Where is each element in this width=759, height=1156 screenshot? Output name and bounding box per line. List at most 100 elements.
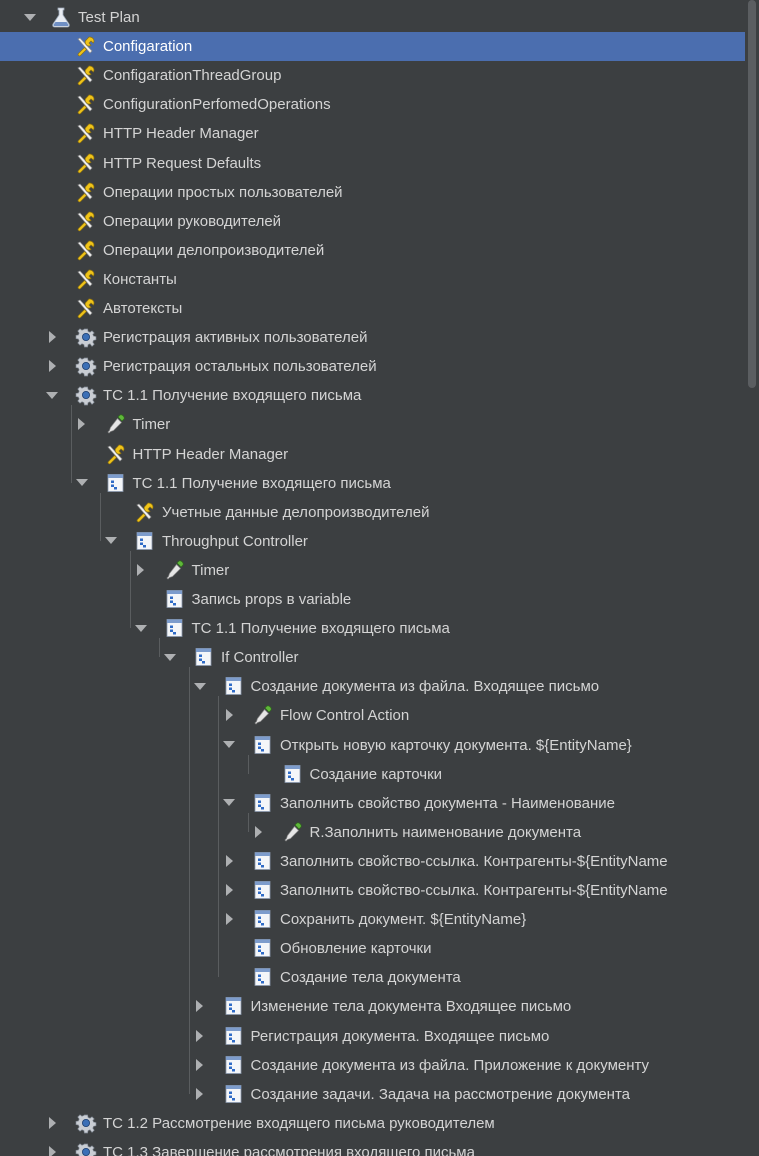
- collapse-toggle-icon[interactable]: [75, 477, 88, 489]
- tree-node[interactable]: ТС 1.1 Получение входящего письма: [0, 381, 745, 410]
- tree-node[interactable]: ТС 1.3 Завершение рассмотрения входящего…: [0, 1138, 745, 1156]
- collapse-toggle-icon[interactable]: [105, 535, 117, 547]
- tree-node[interactable]: Учетные данные делопроизводителей: [0, 498, 745, 527]
- expand-toggle-icon[interactable]: [253, 825, 265, 838]
- expand-toggle-icon[interactable]: [194, 1000, 206, 1013]
- tree-node-label: Timer: [191, 561, 230, 579]
- tree-node[interactable]: Test Plan: [0, 3, 745, 32]
- tree-node[interactable]: Заполнить свойство документа - Наименова…: [0, 789, 745, 818]
- triangle-down-icon: [134, 624, 147, 632]
- controller-icon: [193, 646, 215, 668]
- tree-node[interactable]: Обновление карточки: [0, 934, 745, 963]
- tree-node[interactable]: Создание тела документа: [0, 963, 745, 992]
- tree-node[interactable]: HTTP Header Manager: [0, 119, 745, 148]
- tree-node[interactable]: Константы: [0, 265, 745, 294]
- tree-node[interactable]: Операции делопроизводителей: [0, 236, 745, 265]
- tree-node[interactable]: Автотексты: [0, 294, 745, 323]
- tree-node[interactable]: ConfigarationThreadGroup: [0, 61, 745, 90]
- config-element-icon: [75, 152, 97, 174]
- tree-node-label: Timer: [132, 416, 171, 434]
- tree-node-label: R.Заполнить наименование документа: [309, 823, 582, 841]
- tree-node[interactable]: ТС 1.1 Получение входящего письма: [0, 614, 745, 643]
- tree-node[interactable]: Создание документа из файла. Входящее пи…: [0, 672, 745, 701]
- triangle-right-icon: [48, 331, 56, 344]
- config-element-icon: [75, 122, 97, 144]
- tree-node[interactable]: Открыть новую карточку документа. ${Enti…: [0, 731, 745, 760]
- controller-icon: [252, 937, 274, 959]
- expand-toggle-icon[interactable]: [135, 563, 147, 576]
- collapse-toggle-icon[interactable]: [164, 651, 176, 663]
- tree-node[interactable]: Создание карточки: [0, 760, 745, 789]
- thread-group-gear-icon: [75, 1112, 97, 1134]
- expand-toggle-icon[interactable]: [223, 884, 235, 896]
- tree-node-label: Заполнить свойство документа - Наименова…: [280, 794, 615, 812]
- tree-node-label: ConfigurationPerfomedOperations: [103, 96, 331, 114]
- tree-node[interactable]: Сохранить документ. ${EntityName}: [0, 905, 745, 934]
- collapse-toggle-icon[interactable]: [223, 739, 235, 751]
- tree-node-label: HTTP Header Manager: [132, 445, 289, 463]
- tree-node-label: ТС 1.3 Завершение рассмотрения входящего…: [103, 1143, 475, 1156]
- tree-node[interactable]: Timer: [0, 410, 745, 439]
- expand-toggle-icon[interactable]: [46, 1116, 58, 1129]
- config-element-icon: [75, 35, 97, 57]
- tree-node[interactable]: R.Заполнить наименование документа: [0, 818, 745, 847]
- expand-toggle-icon[interactable]: [46, 1145, 58, 1156]
- tree-node[interactable]: Throughput Controller: [0, 527, 745, 556]
- tree-node[interactable]: Заполнить свойство-ссылка. Контрагенты-$…: [0, 847, 745, 876]
- tree-node-label: Создание документа из файла. Приложение …: [250, 1056, 650, 1074]
- tree-node[interactable]: Создание документа из файла. Приложение …: [0, 1051, 745, 1080]
- test-plan-tree[interactable]: Test Plan Configaration ConfigarationThrea…: [0, 0, 745, 1156]
- tree-node[interactable]: HTTP Header Manager: [0, 440, 745, 469]
- collapse-toggle-icon[interactable]: [223, 797, 235, 809]
- expand-toggle-icon[interactable]: [46, 331, 58, 344]
- collapse-toggle-icon[interactable]: [134, 622, 147, 634]
- tree-node-label: ТС 1.1 Получение входящего письма: [191, 620, 450, 638]
- tree-node[interactable]: Создание задачи. Задача на рассмотрение …: [0, 1080, 745, 1109]
- tree-node-label: Создание тела документа: [280, 969, 461, 987]
- tree-node[interactable]: ТС 1.1 Получение входящего письма: [0, 469, 745, 498]
- expand-toggle-icon[interactable]: [46, 360, 58, 373]
- controller-icon: [252, 850, 274, 872]
- controller-icon: [164, 617, 186, 639]
- expand-toggle-icon[interactable]: [76, 418, 88, 431]
- tree-node-label: Заполнить свойство-ссылка. Контрагенты-$…: [280, 852, 668, 870]
- config-element-icon: [75, 297, 97, 319]
- expand-toggle-icon[interactable]: [194, 1058, 206, 1071]
- expand-toggle-icon[interactable]: [194, 1029, 206, 1042]
- expand-toggle-icon[interactable]: [223, 854, 235, 867]
- tree-node-label: HTTP Header Manager: [103, 125, 259, 143]
- tree-node[interactable]: Изменение тела документа Входящее письмо: [0, 992, 745, 1021]
- timer-dropper-icon: [252, 704, 274, 726]
- controller-icon: [223, 1054, 245, 1076]
- tree-node[interactable]: Операции простых пользователей: [0, 178, 745, 207]
- tree-node-label: ТС 1.1 Получение входящего письма: [103, 387, 362, 405]
- controller-icon: [252, 908, 274, 930]
- tree-node[interactable]: HTTP Request Defaults: [0, 149, 745, 178]
- triangle-right-icon: [255, 825, 262, 838]
- tree-node[interactable]: Flow Control Action: [0, 701, 745, 730]
- expand-toggle-icon[interactable]: [194, 1087, 206, 1100]
- triangle-right-icon: [225, 913, 233, 926]
- tree-node[interactable]: Операции руководителей: [0, 207, 745, 236]
- collapse-toggle-icon[interactable]: [24, 11, 36, 23]
- tree-node[interactable]: Регистрация остальных пользователей: [0, 352, 745, 381]
- collapse-toggle-icon[interactable]: [193, 680, 206, 692]
- tree-node[interactable]: Запись props в variable: [0, 585, 745, 614]
- tree-node[interactable]: Регистрация активных пользователей: [0, 323, 745, 352]
- expand-toggle-icon[interactable]: [223, 913, 235, 926]
- tree-node-label: Создание задачи. Задача на рассмотрение …: [250, 1085, 631, 1103]
- collapse-toggle-icon[interactable]: [46, 389, 58, 401]
- tree-node[interactable]: Configaration: [0, 32, 745, 62]
- scrollbar-thumb[interactable]: [748, 0, 756, 388]
- tree-node[interactable]: Timer: [0, 556, 745, 585]
- tree-node[interactable]: If Controller: [0, 643, 745, 672]
- controller-icon: [252, 966, 274, 988]
- config-element-icon: [75, 93, 97, 115]
- tree-node[interactable]: ТС 1.2 Рассмотрение входящего письма рук…: [0, 1109, 745, 1138]
- tree-node[interactable]: Заполнить свойство-ссылка. Контрагенты-$…: [0, 876, 745, 905]
- expand-toggle-icon[interactable]: [223, 709, 235, 722]
- tree-node[interactable]: ConfigurationPerfomedOperations: [0, 90, 745, 119]
- tree-node[interactable]: Регистрация документа. Входящее письмо: [0, 1022, 745, 1051]
- controller-icon: [252, 734, 274, 756]
- vertical-scrollbar[interactable]: [745, 0, 759, 1156]
